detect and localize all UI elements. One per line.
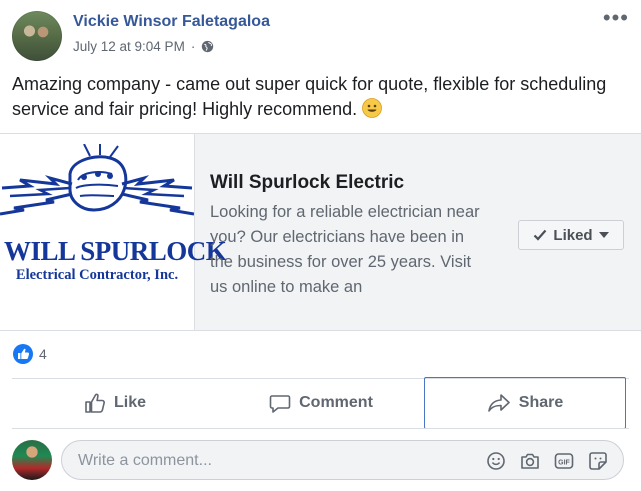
post-body: Amazing company - came out super quick f… [12, 74, 607, 119]
check-icon [534, 229, 547, 241]
preview-title[interactable]: Will Spurlock Electric [210, 172, 404, 194]
thumbs-up-icon [85, 393, 105, 413]
share-label: Share [518, 394, 564, 411]
comment-attachments: GIF [485, 450, 609, 472]
comment-button[interactable]: Comment [218, 379, 424, 427]
lightning-fist-logo [0, 144, 194, 216]
post-actions: Like Comment Share [12, 377, 629, 429]
like-reaction-icon [13, 344, 33, 364]
logo-subtitle: Electrical Contractor, Inc. [15, 267, 179, 283]
comment-label: Comment [299, 394, 373, 411]
link-preview[interactable]: WILL SPURLOCK Electrical Contractor, Inc… [0, 133, 641, 331]
emoji-icon[interactable] [485, 450, 507, 472]
logo-title: WILL SPURLOCK [4, 236, 227, 266]
meta-separator: · [190, 39, 196, 54]
like-button[interactable]: Like [12, 379, 218, 427]
liked-button[interactable]: Liked [518, 220, 624, 250]
reaction-summary[interactable]: 4 [13, 344, 47, 364]
more-options-icon[interactable]: ••• [603, 7, 629, 29]
svg-text:GIF: GIF [558, 460, 570, 467]
divider [12, 428, 629, 429]
gif-icon[interactable]: GIF [553, 450, 575, 472]
smiling-face-icon [362, 97, 383, 118]
preview-logo-image[interactable]: WILL SPURLOCK Electrical Contractor, Inc… [0, 134, 227, 330]
share-arrow-icon [487, 394, 510, 412]
camera-icon[interactable] [519, 450, 541, 472]
liked-label: Liked [553, 226, 593, 244]
chevron-down-icon [598, 232, 609, 238]
user-avatar[interactable] [12, 440, 52, 480]
globe-icon[interactable] [201, 40, 214, 53]
sticker-icon[interactable] [587, 450, 609, 472]
author-avatar[interactable] [12, 11, 62, 61]
reaction-count: 4 [39, 346, 47, 362]
preview-description: Looking for a reliable electrician near … [210, 203, 480, 296]
comment-box[interactable]: GIF [61, 440, 624, 480]
post-text: Amazing company - came out super quick f… [12, 72, 612, 121]
comment-input[interactable] [76, 449, 460, 473]
like-label: Like [113, 394, 146, 411]
share-button[interactable]: Share [424, 377, 626, 429]
post-meta: July 12 at 9:04 PM · [73, 39, 214, 54]
author-name[interactable]: Vickie Winsor Faletagaloa [73, 13, 270, 31]
post-timestamp[interactable]: July 12 at 9:04 PM [73, 39, 185, 54]
comment-icon [269, 395, 291, 413]
facebook-post: Vickie Winsor Faletagaloa July 12 at 9:0… [0, 0, 641, 491]
